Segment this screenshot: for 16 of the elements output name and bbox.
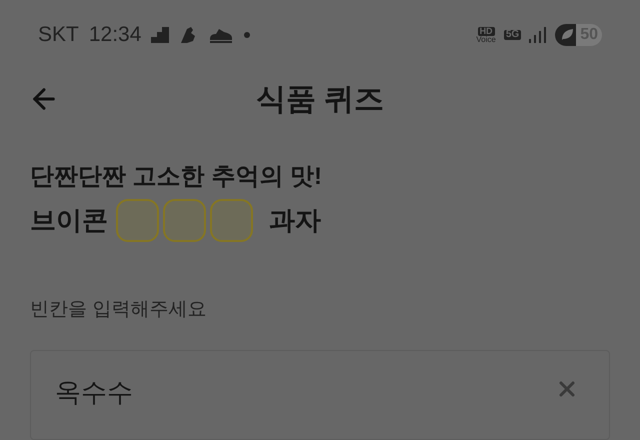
page-title: 식품 퀴즈 (256, 82, 384, 118)
quiz-prefix: 브이콘 (30, 204, 108, 236)
answer-field[interactable]: 옥수수 (30, 350, 610, 440)
leaf-icon (560, 28, 574, 42)
signal-icon (529, 27, 548, 43)
voice-text: Voice (476, 36, 496, 44)
stairs-icon (151, 27, 170, 43)
carrier-text: SKT (38, 22, 79, 48)
quiz-suffix: 과자 (269, 204, 321, 236)
hd-badge: HD (478, 26, 495, 36)
quiz-headline: 단짠단짠 고소한 추억의 맛! (30, 162, 323, 192)
clock-text: 12:34 (88, 22, 142, 48)
answer-label: 빈칸을 입력해주세요 (30, 298, 208, 322)
network-badge: 5G (504, 30, 522, 40)
dot-icon (243, 31, 252, 39)
sneaker-icon (209, 27, 234, 43)
